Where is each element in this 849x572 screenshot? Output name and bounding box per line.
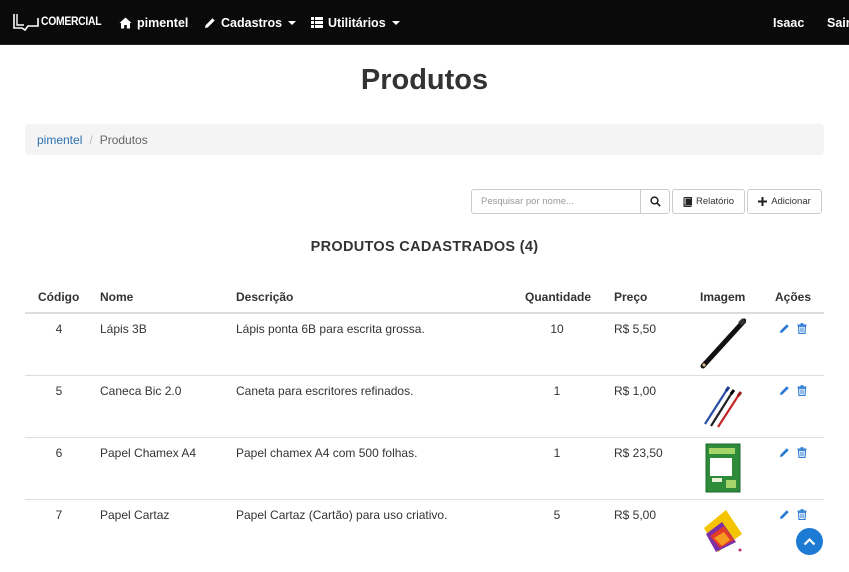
product-image-paper-ream [705,443,741,493]
cell-preco: R$ 5,50 [614,322,657,336]
column-header-preco: Preço [614,290,648,304]
cell-descricao: Papel Cartaz (Cartão) para uso criativo. [236,508,448,522]
table-caption: PRODUTOS CADASTRADOS (4) [310,239,539,255]
breadcrumb-separator: / [89,132,93,147]
table-header-divider [25,312,824,314]
cell-descricao: Lápis ponta 6B para escrita grossa. [236,322,425,336]
row-actions [779,509,807,520]
trash-icon[interactable] [797,385,807,396]
report-button[interactable]: Relatório [672,189,745,214]
nav-home[interactable]: pimentel [119,0,188,45]
brand-name: COMERCIAL [41,16,102,28]
cell-quantidade: 5 [553,508,561,522]
row-actions [779,385,807,396]
breadcrumb-home-link[interactable]: pimentel [37,133,82,147]
product-image-pens [704,386,743,428]
chevron-up-icon [803,537,816,546]
search-placeholder: Pesquisar por nome... [481,196,574,207]
trash-icon[interactable] [797,323,807,334]
book-icon [683,196,692,207]
nav-user[interactable]: Isaac [773,0,804,45]
edit-icon[interactable] [779,447,790,458]
add-button[interactable]: Adicionar [747,189,822,214]
brand-link[interactable]: COMERCIAL [12,12,108,32]
cell-preco: R$ 23,50 [614,446,663,460]
product-image-colored-paper [704,510,742,552]
cell-nome: Lápis 3B [100,322,147,336]
report-button-label: Relatório [695,196,735,207]
nav-utilitarios-label: Utilitários [328,15,386,30]
column-header-codigo: Código [38,290,80,304]
logo-icon [13,14,39,32]
nav-utilitarios-dropdown[interactable]: Utilitários [311,0,400,45]
row-divider [25,499,824,500]
cell-codigo: 6 [55,446,63,460]
product-image-pencil [700,318,746,369]
nav-home-label: pimentel [137,15,189,30]
cell-quantidade: 10 [550,322,564,336]
nav-user-label: Isaac [773,15,805,30]
chevron-down-icon [391,21,400,25]
page-title: Produtos [360,64,489,96]
cell-quantidade: 1 [553,446,561,460]
column-header-descricao: Descrição [236,290,294,304]
search-icon [649,196,661,207]
grid-icon [311,17,323,28]
cell-descricao: Caneta para escritores refinados. [236,384,414,398]
column-header-quantidade: Quantidade [525,290,592,304]
navbar: COMERCIAL pimentel Cadastros Utilitários… [0,0,849,45]
cell-quantidade: 1 [553,384,561,398]
row-actions [779,323,807,334]
row-divider [25,375,824,376]
column-header-imagem: Imagem [700,290,746,304]
column-header-nome: Nome [100,290,134,304]
cell-preco: R$ 5,00 [614,508,657,522]
row-divider [25,437,824,438]
home-icon [119,17,132,28]
column-header-acoes: Ações [775,290,812,304]
pencil-icon [205,17,215,28]
cell-preco: R$ 1,00 [614,384,657,398]
cell-descricao: Papel chamex A4 com 500 folhas. [236,446,418,460]
edit-icon[interactable] [779,385,790,396]
cell-codigo: 5 [55,384,63,398]
search-input[interactable]: Pesquisar por nome... [471,189,641,214]
nav-cadastros-label: Cadastros [221,15,283,30]
row-actions [779,447,807,458]
scroll-to-top-button[interactable] [796,528,823,555]
nav-logout[interactable]: Sair [827,0,849,45]
cell-codigo: 4 [55,322,63,336]
nav-cadastros-dropdown[interactable]: Cadastros [204,0,297,45]
edit-icon[interactable] [779,323,790,334]
chevron-down-icon [288,21,297,25]
breadcrumb-current: Produtos [99,132,148,147]
search-button[interactable] [640,189,670,214]
trash-icon[interactable] [797,509,807,520]
add-button-label: Adicionar [771,196,811,207]
trash-icon[interactable] [797,447,807,458]
edit-icon[interactable] [779,509,790,520]
breadcrumb: pimentel / Produtos [25,124,824,155]
cell-nome: Caneca Bic 2.0 [100,384,182,398]
cell-codigo: 7 [55,508,63,522]
nav-logout-label: Sair [827,15,849,30]
cell-nome: Papel Chamex A4 [100,446,197,460]
cell-nome: Papel Cartaz [100,508,170,522]
plus-icon [758,197,768,206]
